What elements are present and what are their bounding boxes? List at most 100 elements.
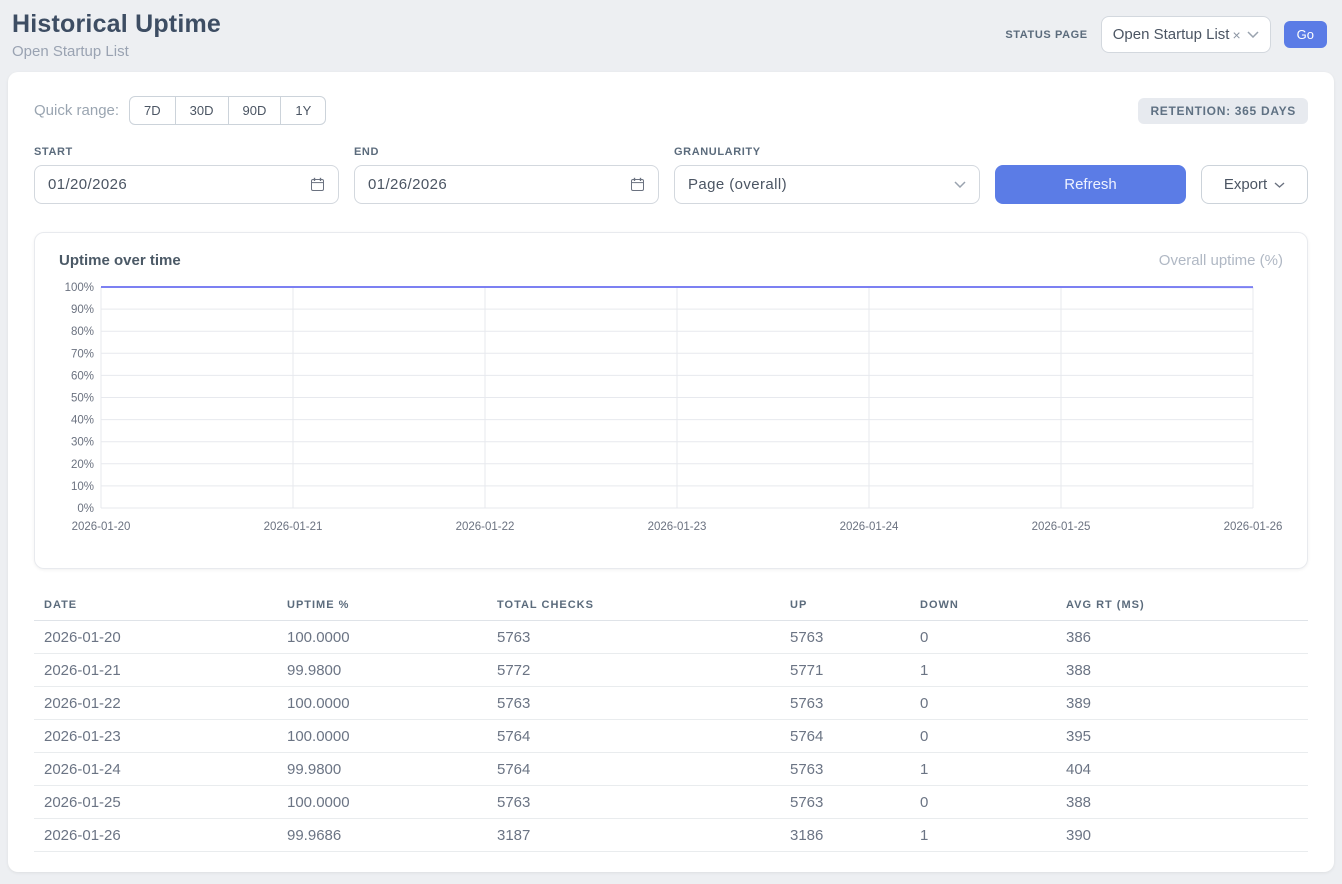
page-title: Historical Uptime	[12, 10, 221, 39]
go-button[interactable]: Go	[1284, 21, 1327, 48]
refresh-button[interactable]: Refresh	[995, 165, 1186, 204]
end-date-input[interactable]: 01/26/2026	[354, 165, 659, 204]
export-button[interactable]: Export	[1201, 165, 1308, 204]
svg-text:80%: 80%	[71, 326, 94, 338]
chart-title: Uptime over time	[59, 252, 181, 269]
export-button-label: Export	[1224, 176, 1267, 193]
svg-text:100%: 100%	[65, 282, 94, 294]
cell-avg-rt: 389	[1056, 687, 1308, 720]
svg-text:30%: 30%	[71, 437, 94, 449]
daily-uptime-table: DATE UPTIME % TOTAL CHECKS UP DOWN AVG R…	[34, 593, 1308, 852]
chart-legend-label: Overall uptime (%)	[1159, 252, 1283, 269]
svg-text:40%: 40%	[71, 415, 94, 427]
svg-text:50%: 50%	[71, 393, 94, 405]
column-header-date: DATE	[34, 593, 277, 621]
cell-uptime: 99.9800	[277, 753, 487, 786]
cell-date: 2026-01-26	[34, 819, 277, 852]
cell-date: 2026-01-23	[34, 720, 277, 753]
end-date-value: 01/26/2026	[368, 176, 447, 193]
cell-up: 5771	[780, 654, 910, 687]
retention-badge: RETENTION: 365 DAYS	[1138, 98, 1308, 124]
table-header: DATE UPTIME % TOTAL CHECKS UP DOWN AVG R…	[34, 593, 1308, 621]
granularity-field: GRANULARITY Page (overall)	[674, 146, 980, 204]
cell-up: 3186	[780, 819, 910, 852]
cell-uptime: 100.0000	[277, 621, 487, 654]
cell-up: 5763	[780, 753, 910, 786]
cell-total-checks: 5764	[487, 753, 780, 786]
page-header: Historical Uptime Open Startup List STAT…	[0, 0, 1342, 72]
quick-range-row: Quick range: 7D 30D 90D 1Y RETENTION: 36…	[34, 96, 1308, 125]
granularity-label: GRANULARITY	[674, 146, 980, 158]
cell-date: 2026-01-20	[34, 621, 277, 654]
calendar-icon[interactable]	[630, 177, 645, 192]
table-row: 2026-01-25 100.0000 5763 5763 0 388	[34, 786, 1308, 819]
svg-text:2026-01-23: 2026-01-23	[648, 521, 707, 533]
quick-range-7d-button[interactable]: 7D	[129, 96, 176, 125]
status-page-label: STATUS PAGE	[1005, 29, 1087, 41]
uptime-line-chart: 0%10%20%30%40%50%60%70%80%90%100%2026-01…	[59, 275, 1285, 537]
cell-down: 1	[910, 819, 1056, 852]
cell-up: 5764	[780, 720, 910, 753]
status-page-selected-value: Open Startup List	[1113, 26, 1230, 43]
main-card: Quick range: 7D 30D 90D 1Y RETENTION: 36…	[8, 72, 1334, 872]
cell-avg-rt: 386	[1056, 621, 1308, 654]
granularity-select[interactable]: Page (overall)	[674, 165, 980, 204]
column-header-total-checks: TOTAL CHECKS	[487, 593, 780, 621]
table-row: 2026-01-20 100.0000 5763 5763 0 386	[34, 621, 1308, 654]
table-row: 2026-01-22 100.0000 5763 5763 0 389	[34, 687, 1308, 720]
quick-range-30d-button[interactable]: 30D	[175, 96, 229, 125]
svg-text:10%: 10%	[71, 481, 94, 493]
svg-text:60%: 60%	[71, 370, 94, 382]
filters-row: START 01/20/2026 END 01/26/2026 GRANULAR…	[34, 146, 1308, 204]
chevron-down-icon	[1274, 182, 1285, 188]
cell-down: 0	[910, 687, 1056, 720]
start-date-label: START	[34, 146, 339, 158]
cell-up: 5763	[780, 786, 910, 819]
quick-range-90d-button[interactable]: 90D	[228, 96, 282, 125]
cell-uptime: 100.0000	[277, 786, 487, 819]
svg-text:0%: 0%	[77, 503, 94, 515]
svg-text:90%: 90%	[71, 304, 94, 316]
cell-down: 1	[910, 753, 1056, 786]
calendar-icon[interactable]	[310, 177, 325, 192]
cell-total-checks: 3187	[487, 819, 780, 852]
chevron-down-icon	[1247, 31, 1259, 38]
column-header-uptime: UPTIME %	[277, 593, 487, 621]
table-row: 2026-01-26 99.9686 3187 3186 1 390	[34, 819, 1308, 852]
table-row: 2026-01-24 99.9800 5764 5763 1 404	[34, 753, 1308, 786]
quick-range-group: 7D 30D 90D 1Y	[129, 96, 326, 125]
clear-selection-icon[interactable]: ×	[1232, 27, 1240, 43]
column-header-up: UP	[780, 593, 910, 621]
cell-date: 2026-01-22	[34, 687, 277, 720]
cell-up: 5763	[780, 621, 910, 654]
table-row: 2026-01-21 99.9800 5772 5771 1 388	[34, 654, 1308, 687]
table-row: 2026-01-23 100.0000 5764 5764 0 395	[34, 720, 1308, 753]
cell-total-checks: 5763	[487, 687, 780, 720]
uptime-chart-card: Uptime over time Overall uptime (%) 0% 10…	[34, 232, 1308, 569]
svg-text:2026-01-22: 2026-01-22	[456, 521, 515, 533]
column-header-avg-rt: AVG RT (MS)	[1056, 593, 1308, 621]
start-date-value: 01/20/2026	[48, 176, 127, 193]
header-right: STATUS PAGE Open Startup List × Go	[1005, 16, 1327, 53]
cell-date: 2026-01-25	[34, 786, 277, 819]
cell-avg-rt: 388	[1056, 654, 1308, 687]
cell-down: 0	[910, 720, 1056, 753]
cell-total-checks: 5763	[487, 786, 780, 819]
cell-avg-rt: 395	[1056, 720, 1308, 753]
svg-text:2026-01-26: 2026-01-26	[1224, 521, 1283, 533]
end-date-field: END 01/26/2026	[354, 146, 659, 204]
chevron-down-icon	[954, 181, 966, 188]
status-page-select[interactable]: Open Startup List ×	[1101, 16, 1271, 53]
svg-text:2026-01-25: 2026-01-25	[1032, 521, 1091, 533]
svg-text:2026-01-20: 2026-01-20	[72, 521, 131, 533]
cell-date: 2026-01-24	[34, 753, 277, 786]
page-subtitle: Open Startup List	[12, 43, 221, 60]
quick-range-1y-button[interactable]: 1Y	[280, 96, 326, 125]
start-date-input[interactable]: 01/20/2026	[34, 165, 339, 204]
cell-uptime: 99.9800	[277, 654, 487, 687]
cell-up: 5763	[780, 687, 910, 720]
cell-total-checks: 5763	[487, 621, 780, 654]
granularity-selected-value: Page (overall)	[688, 176, 787, 193]
cell-avg-rt: 388	[1056, 786, 1308, 819]
start-date-field: START 01/20/2026	[34, 146, 339, 204]
